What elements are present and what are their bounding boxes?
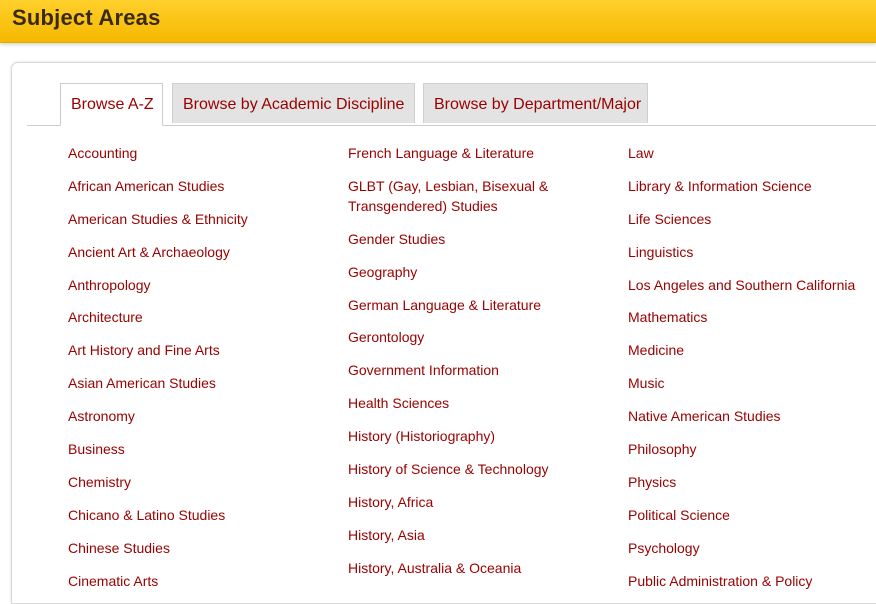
subject-link-text[interactable]: Political Science: [628, 507, 730, 523]
subject-link-text[interactable]: Gerontology: [348, 329, 424, 345]
subject-link[interactable]: French Language & Literature: [348, 143, 588, 163]
subject-link-text[interactable]: African American Studies: [68, 178, 224, 194]
subject-link-text[interactable]: Chicano & Latino Studies: [68, 507, 225, 523]
subject-link-text[interactable]: Art History and Fine Arts: [68, 342, 220, 358]
subject-link[interactable]: Music: [628, 373, 876, 393]
subject-link-text[interactable]: Cinematic Arts: [68, 573, 158, 589]
subject-link[interactable]: Asian American Studies: [68, 373, 328, 393]
subject-link[interactable]: Public Administration & Policy: [628, 571, 876, 591]
subject-link-text[interactable]: History (Historiography): [348, 428, 495, 444]
subject-link[interactable]: Medicine: [628, 340, 876, 360]
subject-link-text[interactable]: Astronomy: [68, 408, 135, 424]
subject-link[interactable]: Astronomy: [68, 406, 328, 426]
subject-link[interactable]: Political Science: [628, 505, 876, 525]
subject-link-text[interactable]: Linguistics: [628, 244, 693, 260]
subject-link-text[interactable]: Library & Information Science: [628, 178, 812, 194]
subject-link-text[interactable]: Los Angeles and Southern California: [628, 277, 855, 293]
subject-link[interactable]: Mathematics: [628, 307, 876, 327]
tab-browse-a-z[interactable]: Browse A-Z: [60, 83, 163, 126]
subject-link-text[interactable]: Ancient Art & Archaeology: [68, 244, 230, 260]
subject-link[interactable]: Government Information: [348, 360, 588, 380]
subject-link-text[interactable]: American Studies & Ethnicity: [68, 211, 248, 227]
subject-link-text[interactable]: Health Sciences: [348, 395, 449, 411]
subject-link-text[interactable]: GLBT (Gay, Lesbian, Bisexual & Transgend…: [348, 178, 548, 214]
subject-link[interactable]: History, Africa: [348, 492, 588, 512]
subject-link-text[interactable]: Business: [68, 441, 125, 457]
subject-link[interactable]: Cinematic Arts: [68, 571, 328, 591]
subject-link-text[interactable]: Life Sciences: [628, 211, 711, 227]
subject-link-text[interactable]: Accounting: [68, 145, 137, 161]
tab-bar: Browse A-Z Browse by Academic Discipline…: [27, 83, 876, 126]
subject-link-text[interactable]: French Language & Literature: [348, 145, 534, 161]
subject-link-text[interactable]: Anthropology: [68, 277, 151, 293]
subject-link[interactable]: Gender Studies: [348, 229, 588, 249]
subject-link[interactable]: Health Sciences: [348, 393, 588, 413]
subject-link[interactable]: History, Asia: [348, 525, 588, 545]
subject-link[interactable]: African American Studies: [68, 176, 328, 196]
subject-link-text[interactable]: German Language & Literature: [348, 297, 541, 313]
subject-link-text[interactable]: History, Australia & Oceania: [348, 560, 521, 576]
subject-link[interactable]: Psychology: [628, 538, 876, 558]
subject-link[interactable]: Business: [68, 439, 328, 459]
subject-link[interactable]: Chinese Studies: [68, 538, 328, 558]
subject-link[interactable]: Library & Information Science: [628, 176, 876, 196]
subject-link[interactable]: Los Angeles and Southern California: [628, 275, 876, 295]
subject-column-1: Accounting African American Studies Americ…: [68, 143, 328, 603]
subject-link-text[interactable]: History, Asia: [348, 527, 425, 543]
subject-link-text[interactable]: Government Information: [348, 362, 499, 378]
page-title: Subject Areas: [12, 5, 161, 30]
subject-link[interactable]: Life Sciences: [628, 209, 876, 229]
subject-link[interactable]: Physics: [628, 472, 876, 492]
subject-link[interactable]: Law: [628, 143, 876, 163]
subject-link-text[interactable]: Mathematics: [628, 309, 707, 325]
subject-link[interactable]: Gerontology: [348, 327, 588, 347]
subject-link-text[interactable]: Law: [628, 145, 654, 161]
tab-browse-by-academic-discipline[interactable]: Browse by Academic Discipline: [172, 83, 415, 123]
subject-link-text[interactable]: History, Africa: [348, 494, 433, 510]
subject-link[interactable]: Accounting: [68, 143, 328, 163]
subject-link[interactable]: Native American Studies: [628, 406, 876, 426]
subject-link[interactable]: Philosophy: [628, 439, 876, 459]
subject-link[interactable]: GLBT (Gay, Lesbian, Bisexual & Transgend…: [348, 176, 588, 216]
subject-link-text[interactable]: Music: [628, 375, 665, 391]
tab-browse-by-department-major[interactable]: Browse by Department/Major: [423, 83, 648, 123]
subject-link-text[interactable]: Psychology: [628, 540, 700, 556]
subject-link[interactable]: History (Historiography): [348, 426, 588, 446]
subject-link-text[interactable]: Architecture: [68, 309, 143, 325]
subject-link[interactable]: Linguistics: [628, 242, 876, 262]
subject-link-text[interactable]: Physics: [628, 474, 676, 490]
subject-link-text[interactable]: Native American Studies: [628, 408, 781, 424]
subject-link[interactable]: History of Science & Technology: [348, 459, 588, 479]
page-header: Subject Areas: [0, 0, 876, 43]
subject-link[interactable]: Chicano & Latino Studies: [68, 505, 328, 525]
subject-link[interactable]: American Studies & Ethnicity: [68, 209, 328, 229]
subject-link-text[interactable]: Gender Studies: [348, 231, 445, 247]
subject-link[interactable]: Art History and Fine Arts: [68, 340, 328, 360]
subject-link[interactable]: Architecture: [68, 307, 328, 327]
subject-link-text[interactable]: Chemistry: [68, 474, 131, 490]
subject-column-2: French Language & Literature GLBT (Gay, L…: [348, 143, 588, 591]
subject-link-text[interactable]: History of Science & Technology: [348, 461, 549, 477]
subject-link-text[interactable]: Asian American Studies: [68, 375, 216, 391]
subject-column-3: Law Library & Information Science Life Sci…: [628, 143, 876, 603]
subject-link[interactable]: Chemistry: [68, 472, 328, 492]
subject-link[interactable]: History, Australia & Oceania: [348, 558, 588, 578]
subject-link[interactable]: German Language & Literature: [348, 295, 588, 315]
subject-link[interactable]: Geography: [348, 262, 588, 282]
subject-link-text[interactable]: Geography: [348, 264, 417, 280]
subject-link-text[interactable]: Philosophy: [628, 441, 697, 457]
subject-link-text[interactable]: Public Administration & Policy: [628, 573, 812, 589]
subject-link[interactable]: Ancient Art & Archaeology: [68, 242, 328, 262]
subject-link[interactable]: Anthropology: [68, 275, 328, 295]
subject-link-text[interactable]: Chinese Studies: [68, 540, 170, 556]
subject-link-text[interactable]: Medicine: [628, 342, 684, 358]
